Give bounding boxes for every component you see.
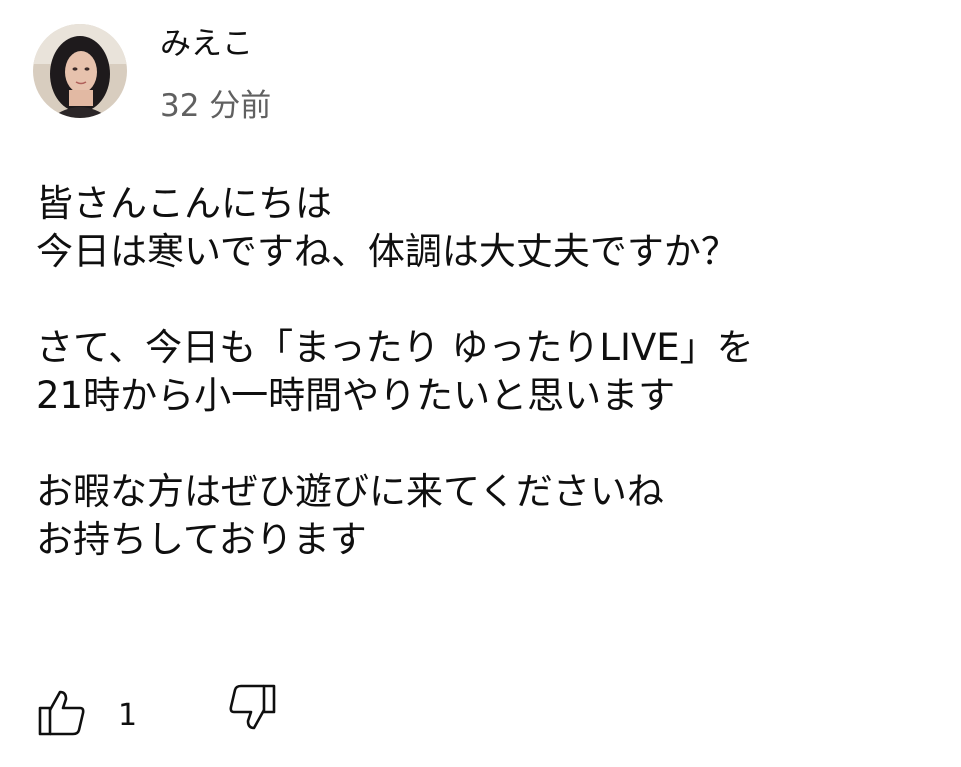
avatar[interactable] — [33, 24, 127, 118]
comment-body: 皆さんこんにちは 今日は寒いですね、体調は大丈夫ですか？ さて、今日も「まったり… — [36, 180, 936, 564]
like-count: 1 — [118, 698, 138, 733]
comment-line: さて、今日も「まったり ゆったりLIVE」を — [36, 326, 754, 369]
comment-thread: みえこ 32 分前 皆さんこんにちは 今日は寒いですね、体調は大丈夫ですか？ さ… — [0, 0, 961, 767]
thumbs-up-icon — [38, 690, 85, 736]
comment-line: 皆さんこんにちは — [36, 182, 332, 225]
like-button[interactable] — [36, 686, 88, 738]
comment-line: 21時から小一時間やりたいと思います — [36, 374, 676, 417]
comment-author[interactable]: みえこ — [160, 22, 253, 66]
comment-line-blank — [36, 420, 936, 468]
comment-line: お持ちしております — [36, 518, 367, 561]
comment-line: 今日は寒いですね、体調は大丈夫ですか？ — [36, 230, 738, 273]
thumbs-down-icon — [229, 684, 276, 730]
avatar-image — [33, 24, 127, 118]
comment-line: お暇な方はぜひ遊びに来てくださいね — [36, 470, 664, 513]
comment-line-blank — [36, 276, 936, 324]
comment-action-bar: 1 — [36, 682, 436, 746]
comment-timestamp[interactable]: 32 分前 — [160, 84, 271, 128]
dislike-button[interactable] — [226, 682, 278, 734]
